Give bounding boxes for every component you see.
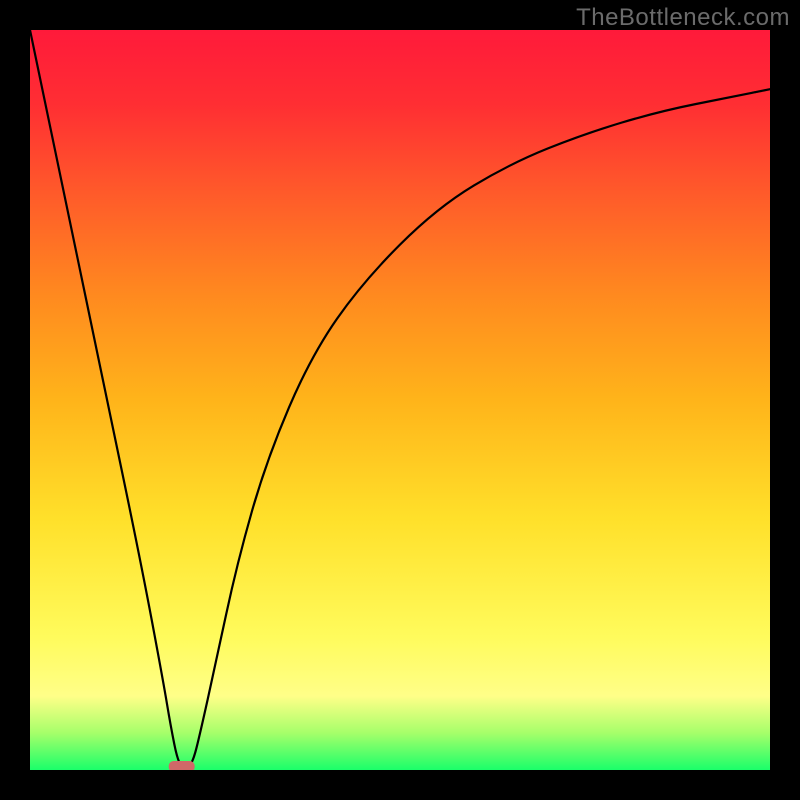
source-watermark: TheBottleneck.com [576,4,790,32]
curve-layer [30,30,770,770]
minimum-marker [169,761,195,770]
chart-frame: TheBottleneck.com [0,0,800,800]
bottleneck-curve [30,30,770,768]
plot-gradient-background [30,30,770,770]
